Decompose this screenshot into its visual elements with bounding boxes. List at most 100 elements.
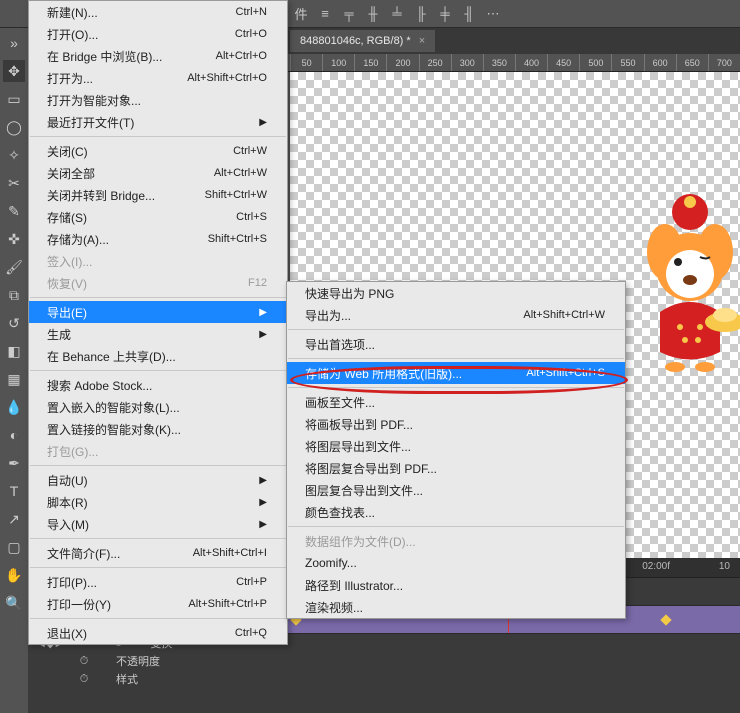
- menu-separator: [288, 329, 624, 330]
- menu-separator: [30, 538, 286, 539]
- submenu-datasets: 数据组作为文件(D)...: [287, 530, 625, 552]
- path-tool-icon[interactable]: ↗: [3, 508, 25, 530]
- menu-save[interactable]: 存储(S)Ctrl+S: [29, 206, 287, 228]
- menu-new[interactable]: 新建(N)...Ctrl+N: [29, 1, 287, 23]
- hand-tool-icon[interactable]: ✋: [3, 564, 25, 586]
- chevron-right-icon: ▶: [259, 307, 267, 318]
- zoom-tool-icon[interactable]: 🔍: [3, 592, 25, 614]
- collapse-icon[interactable]: »: [3, 32, 25, 54]
- menu-share-behance[interactable]: 在 Behance 上共享(D)...: [29, 345, 287, 367]
- eraser-tool-icon[interactable]: ◧: [3, 340, 25, 362]
- submenu-render-video[interactable]: 渲染视频...: [287, 596, 625, 618]
- brush-tool-icon[interactable]: 🖌: [3, 256, 25, 278]
- align-left-icon[interactable]: ╟: [410, 4, 432, 24]
- submenu-paths-illustrator[interactable]: 路径到 Illustrator...: [287, 574, 625, 596]
- ruler-tick: 200: [386, 54, 418, 71]
- submenu-layercomps-files[interactable]: 图层复合导出到文件...: [287, 479, 625, 501]
- align-icon[interactable]: ≡: [314, 4, 336, 24]
- menu-place-linked[interactable]: 置入链接的智能对象(K)...: [29, 418, 287, 440]
- marquee-tool-icon[interactable]: ▭: [3, 88, 25, 110]
- stamp-tool-icon[interactable]: ⧉: [3, 284, 25, 306]
- document-tab[interactable]: 848801046c, RGB/8) * ×: [290, 30, 435, 52]
- ruler-tick: 700: [708, 54, 740, 71]
- submenu-artboards-pdf[interactable]: 将画板导出到 PDF...: [287, 413, 625, 435]
- timeline-prop-style[interactable]: ⏱ 样式: [28, 670, 740, 688]
- stopwatch-icon[interactable]: ⏱: [76, 655, 92, 668]
- menu-separator: [288, 387, 624, 388]
- menu-open-as[interactable]: 打开为...Alt+Shift+Ctrl+O: [29, 67, 287, 89]
- ruler-tick: 400: [515, 54, 547, 71]
- type-tool-icon[interactable]: T: [3, 480, 25, 502]
- document-title: 848801046c, RGB/8) *: [300, 35, 411, 47]
- menu-separator: [30, 370, 286, 371]
- submenu-export-as[interactable]: 导出为...Alt+Shift+Ctrl+W: [287, 304, 625, 326]
- menu-package: 打包(G)...: [29, 440, 287, 462]
- menu-file-info[interactable]: 文件简介(F)...Alt+Shift+Ctrl+I: [29, 542, 287, 564]
- menu-separator: [288, 526, 624, 527]
- menu-separator: [30, 297, 286, 298]
- align-center-icon[interactable]: ╪: [434, 4, 456, 24]
- align-top-icon[interactable]: ╤: [338, 4, 360, 24]
- ruler-tick: 550: [611, 54, 643, 71]
- menu-scripts[interactable]: 脚本(R)▶: [29, 491, 287, 513]
- submenu-color-lut[interactable]: 颜色查找表...: [287, 501, 625, 523]
- submenu-export-prefs[interactable]: 导出首选项...: [287, 333, 625, 355]
- options-label: 件: [290, 4, 312, 24]
- chevron-right-icon: ▶: [259, 497, 267, 508]
- submenu-layercomps-pdf[interactable]: 将图层复合导出到 PDF...: [287, 457, 625, 479]
- align-mid-icon[interactable]: ╫: [362, 4, 384, 24]
- menu-separator: [30, 465, 286, 466]
- keyframe-icon[interactable]: [660, 614, 671, 625]
- menu-search-stock[interactable]: 搜索 Adobe Stock...: [29, 374, 287, 396]
- stopwatch-icon[interactable]: ⏱: [76, 673, 92, 686]
- chevron-right-icon: ▶: [259, 117, 267, 128]
- gradient-tool-icon[interactable]: ▦: [3, 368, 25, 390]
- file-menu: 新建(N)...Ctrl+N 打开(O)...Ctrl+O 在 Bridge 中…: [28, 0, 288, 645]
- close-tab-icon[interactable]: ×: [419, 35, 425, 47]
- menu-close-all[interactable]: 关闭全部Alt+Ctrl+W: [29, 162, 287, 184]
- eyedropper-tool-icon[interactable]: ✎: [3, 200, 25, 222]
- submenu-quick-export-png[interactable]: 快速导出为 PNG: [287, 282, 625, 304]
- lasso-tool-icon[interactable]: ◯: [3, 116, 25, 138]
- crop-tool-icon[interactable]: ✂: [3, 172, 25, 194]
- timeline-prop-opacity[interactable]: ⏱ 不透明度: [28, 652, 740, 670]
- menu-separator: [30, 136, 286, 137]
- pen-tool-icon[interactable]: ✒: [3, 452, 25, 474]
- submenu-zoomify[interactable]: Zoomify...: [287, 552, 625, 574]
- wand-tool-icon[interactable]: ✧: [3, 144, 25, 166]
- menu-import[interactable]: 导入(M)▶: [29, 513, 287, 535]
- align-right-icon[interactable]: ╢: [458, 4, 480, 24]
- align-bot-icon[interactable]: ╧: [386, 4, 408, 24]
- menu-generate[interactable]: 生成▶: [29, 323, 287, 345]
- submenu-artboards-files[interactable]: 画板至文件...: [287, 391, 625, 413]
- chevron-right-icon: ▶: [259, 475, 267, 486]
- history-brush-icon[interactable]: ↺: [3, 312, 25, 334]
- menu-close[interactable]: 关闭(C)Ctrl+W: [29, 140, 287, 162]
- menu-exit[interactable]: 退出(X)Ctrl+Q: [29, 622, 287, 644]
- blur-tool-icon[interactable]: 💧: [3, 396, 25, 418]
- menu-open-as-smart[interactable]: 打开为智能对象...: [29, 89, 287, 111]
- move-tool-icon[interactable]: ✥: [3, 60, 25, 82]
- menu-revert: 恢复(V)F12: [29, 272, 287, 294]
- menu-recent[interactable]: 最近打开文件(T)▶: [29, 111, 287, 133]
- menu-browse-bridge[interactable]: 在 Bridge 中浏览(B)...Alt+Ctrl+O: [29, 45, 287, 67]
- time-mark: 02:00f: [642, 561, 670, 572]
- ruler-tick: 450: [547, 54, 579, 71]
- menu-save-as[interactable]: 存储为(A)...Shift+Ctrl+S: [29, 228, 287, 250]
- healing-tool-icon[interactable]: ✜: [3, 228, 25, 250]
- menu-print-one[interactable]: 打印一份(Y)Alt+Shift+Ctrl+P: [29, 593, 287, 615]
- menu-close-goto-bridge[interactable]: 关闭并转到 Bridge...Shift+Ctrl+W: [29, 184, 287, 206]
- more-options-icon[interactable]: ⋯: [482, 4, 504, 24]
- ruler-tick: 650: [676, 54, 708, 71]
- menu-separator: [30, 567, 286, 568]
- menu-open[interactable]: 打开(O)...Ctrl+O: [29, 23, 287, 45]
- menu-automate[interactable]: 自动(U)▶: [29, 469, 287, 491]
- dodge-tool-icon[interactable]: ◐: [3, 424, 25, 446]
- menu-place-embedded[interactable]: 置入嵌入的智能对象(L)...: [29, 396, 287, 418]
- submenu-save-for-web[interactable]: 存储为 Web 所用格式(旧版)...Alt+Shift+Ctrl+S: [287, 362, 625, 384]
- shape-tool-icon[interactable]: ▢: [3, 536, 25, 558]
- menu-export[interactable]: 导出(E)▶: [29, 301, 287, 323]
- ruler-tick: 150: [354, 54, 386, 71]
- menu-print[interactable]: 打印(P)...Ctrl+P: [29, 571, 287, 593]
- submenu-layers-files[interactable]: 将图层导出到文件...: [287, 435, 625, 457]
